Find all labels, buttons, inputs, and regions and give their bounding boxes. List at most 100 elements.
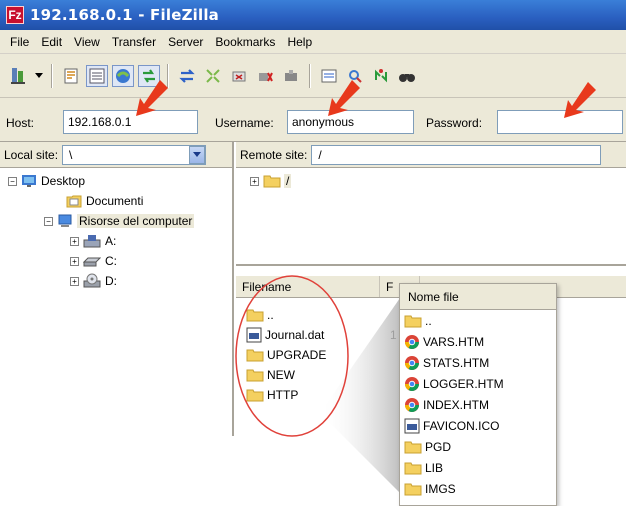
toolbar-separator <box>309 63 311 88</box>
tree-label: A: <box>105 234 117 248</box>
username-label: Username: <box>215 116 274 130</box>
file-name: FAVICON.ICO <box>423 418 500 433</box>
tree-item-risorse-del-computer[interactable]: − Risorse del computer <box>44 212 195 230</box>
annotation-arrow-username <box>328 80 360 116</box>
cd-drive-icon <box>83 273 101 288</box>
chrome-html-icon <box>404 397 420 413</box>
folder-icon <box>404 461 422 475</box>
expand-icon[interactable]: + <box>70 236 79 246</box>
sync-browsing-icon[interactable] <box>370 65 392 87</box>
dropdown-arrow-icon[interactable] <box>34 65 44 87</box>
quickconnect-bar: Host: Username: Password: <box>0 98 626 142</box>
desktop-icon <box>22 175 36 187</box>
tree-item-desktop[interactable]: − Desktop <box>8 172 85 190</box>
menu-server[interactable]: Server <box>162 33 209 51</box>
file-name: STATS.HTM <box>423 355 490 370</box>
list-item[interactable]: VARS.HTM <box>400 331 556 352</box>
disconnect-icon[interactable] <box>254 65 276 87</box>
folder-icon <box>404 314 422 328</box>
list-item[interactable]: LOGGER.HTM <box>400 373 556 394</box>
menu-view[interactable]: View <box>68 33 106 51</box>
reconnect-icon[interactable] <box>280 65 302 87</box>
host-label: Host: <box>6 116 35 130</box>
file-name: LOGGER.HTM <box>423 376 504 391</box>
refresh-icon[interactable] <box>176 65 198 87</box>
menu-bar: File Edit View Transfer Server Bookmarks… <box>0 30 626 54</box>
annotation-arrow-password <box>564 82 596 118</box>
chevron-down-icon[interactable] <box>189 145 206 164</box>
floppy-drive-icon <box>83 235 101 248</box>
local-site-header: Local site: \ <box>0 142 232 168</box>
file-icon <box>404 418 420 434</box>
expand-icon[interactable]: + <box>250 176 259 186</box>
file-name: IMGS <box>425 481 456 496</box>
list-item[interactable]: INDEX.HTM <box>400 394 556 415</box>
toolbar <box>0 54 626 98</box>
site-manager-icon[interactable] <box>8 65 30 87</box>
filezilla-logo-icon: Fz <box>6 6 24 24</box>
chrome-html-icon <box>404 334 420 350</box>
documents-folder-icon <box>66 195 82 208</box>
tree-item-drive-a[interactable]: + A: <box>70 232 116 250</box>
file-name: INDEX.HTM <box>423 397 489 412</box>
list-item[interactable]: IMGS <box>400 478 556 499</box>
folder-icon <box>404 440 422 454</box>
cancel-icon[interactable] <box>228 65 250 87</box>
tree-item-documenti[interactable]: Documenti <box>66 192 143 210</box>
local-path-value: \ <box>69 147 73 162</box>
menu-help[interactable]: Help <box>281 33 318 51</box>
folder-icon <box>404 482 422 496</box>
collapse-icon[interactable]: − <box>44 216 53 226</box>
expand-icon[interactable]: + <box>70 276 79 286</box>
zoom-header: Nome file <box>400 284 556 310</box>
remote-site-header: Remote site: / <box>236 142 626 168</box>
local-site-label: Local site: <box>4 147 59 162</box>
message-log-icon[interactable] <box>60 65 82 87</box>
remote-path-combobox[interactable]: / <box>311 144 602 165</box>
list-item[interactable]: LIB <box>400 457 556 478</box>
tree-label: Desktop <box>41 174 86 188</box>
expand-icon[interactable]: + <box>70 256 79 266</box>
annotation-arrow-host <box>136 80 168 116</box>
chrome-html-icon <box>404 355 420 371</box>
password-label: Password: <box>426 116 483 130</box>
chrome-html-icon <box>404 376 420 392</box>
local-tree-icon[interactable] <box>86 64 108 87</box>
search-binoculars-icon[interactable] <box>396 65 418 87</box>
file-name: PGD <box>425 439 452 454</box>
collapse-icon[interactable]: − <box>8 176 17 186</box>
zoom-file-list: Nome file .. VARS.HTM STATS.HTM LOGGER.H… <box>399 283 557 506</box>
file-name: LIB <box>425 460 444 475</box>
list-item[interactable]: FAVICON.ICO <box>400 415 556 436</box>
menu-transfer[interactable]: Transfer <box>106 33 162 51</box>
menu-bookmarks[interactable]: Bookmarks <box>209 33 281 51</box>
window-title: 192.168.0.1 - FileZilla <box>30 6 219 24</box>
menu-file[interactable]: File <box>4 33 35 51</box>
tree-label: D: <box>105 274 117 288</box>
tree-item-remote-root[interactable]: + / <box>250 172 292 190</box>
list-item[interactable]: .. <box>400 310 556 331</box>
local-path-combobox[interactable]: \ <box>62 144 207 165</box>
remote-site-pane: Remote site: / + / <box>236 142 626 266</box>
tree-label: C: <box>105 254 117 268</box>
hard-drive-icon <box>83 257 101 267</box>
list-item[interactable]: STATS.HTM <box>400 352 556 373</box>
my-computer-icon <box>58 214 72 227</box>
menu-edit[interactable]: Edit <box>35 33 68 51</box>
tree-label: Documenti <box>86 194 144 208</box>
folder-icon <box>263 175 281 188</box>
toolbar-separator <box>51 63 53 88</box>
tree-label: Risorse del computer <box>77 214 195 228</box>
process-queue-icon[interactable] <box>202 65 224 87</box>
local-site-pane: Local site: \ − Desktop Documenti − Riso… <box>0 142 234 436</box>
list-item[interactable]: PGD <box>400 436 556 457</box>
remote-path-value: / <box>318 147 322 162</box>
tree-item-drive-d[interactable]: + D: <box>70 272 117 290</box>
annotation-circle <box>235 275 349 437</box>
file-name: .. <box>425 313 432 328</box>
file-name: VARS.HTM <box>423 334 485 349</box>
tree-label: / <box>284 174 292 188</box>
tree-item-drive-c[interactable]: + C: <box>70 252 117 270</box>
title-bar: Fz 192.168.0.1 - FileZilla <box>0 0 626 30</box>
remote-site-label: Remote site: <box>240 147 308 162</box>
